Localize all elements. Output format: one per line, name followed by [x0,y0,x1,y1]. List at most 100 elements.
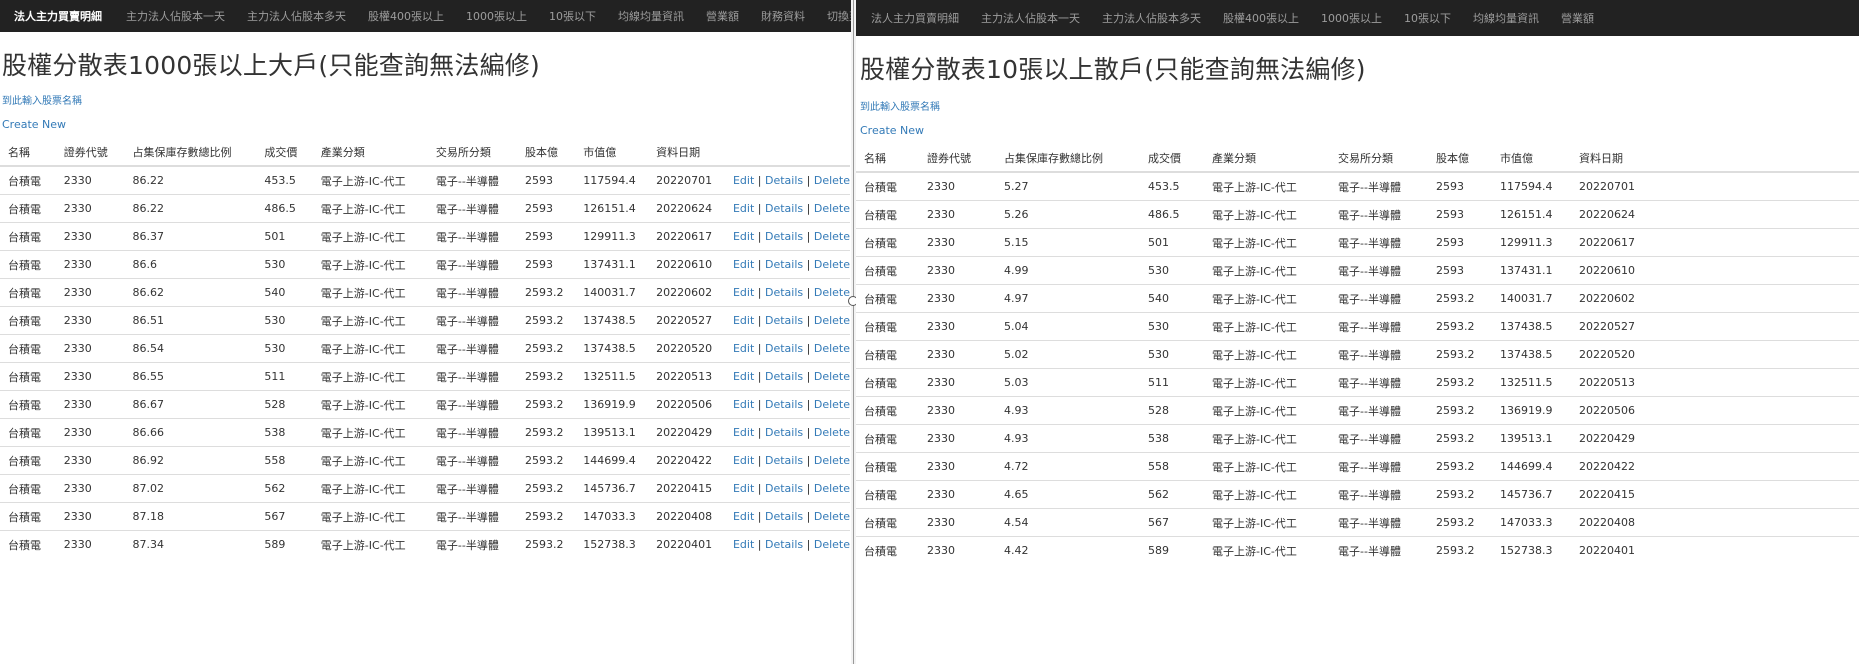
delete-link[interactable]: Delete [814,538,850,551]
stock-name-link[interactable]: 到此輸入股票名稱 [860,98,1859,113]
nav-item[interactable]: 10張以下 [538,8,607,24]
row-actions: Edit | Details | Delete [724,390,850,419]
nav-item[interactable]: 主力法人佔股本一天 [970,10,1091,26]
edit-link[interactable]: Edit [733,538,754,551]
edit-link[interactable]: Edit [733,370,754,383]
edit-link[interactable]: Edit [733,454,754,467]
table-cell: 台積電 [856,452,919,481]
nav-item[interactable]: 營業額 [695,8,750,24]
table-cell: 電子--半導體 [1330,171,1428,201]
table-cell: 20220527 [1571,312,1859,341]
separator: | [806,510,811,523]
table-cell: 電子上游-IC-代工 [1204,256,1330,285]
table-row: 台積電 2330 4.65 562 電子上游-IC-代工 電子--半導體 2593.2 145… [856,480,1859,509]
nav-item[interactable]: 10張以下 [1393,10,1462,26]
separator: | [806,174,811,187]
edit-link[interactable]: Edit [733,286,754,299]
column-header: 成交價 [256,139,313,167]
nav-item[interactable]: 主力法人佔股本一天 [115,8,236,24]
stock-name-link[interactable]: 到此輸入股票名稱 [2,92,851,107]
row-actions: Edit | Details | Delete [724,334,850,363]
details-link[interactable]: Details [765,370,803,383]
details-link[interactable]: Details [765,230,803,243]
delete-link[interactable]: Delete [814,258,850,271]
separator: | [757,482,762,495]
right-table: 名稱 證券代號 占集保庫存數總比例 成交價 產業分類 交易所分類 股本億 市值億 資料日期 台積… [856,145,1859,564]
details-link[interactable]: Details [765,202,803,215]
edit-link[interactable]: Edit [733,398,754,411]
nav-item[interactable]: 均線均量資訊 [1462,10,1550,26]
table-cell: 2330 [55,390,125,419]
table-row: 台積電 2330 86.22 486.5 電子上游-IC-代工 電子--半導體 2593 12… [0,194,850,223]
table-cell: 589 [1140,536,1204,564]
nav-item[interactable]: 股權400張以上 [1212,10,1310,26]
delete-link[interactable]: Delete [814,454,850,467]
table-cell: 電子--半導體 [427,334,517,363]
create-new-link[interactable]: Create New [860,124,1859,137]
table-cell: 4.97 [996,284,1140,313]
table-cell: 2593.2 [1428,312,1492,341]
details-link[interactable]: Details [765,510,803,523]
nav-item[interactable]: 營業額 [1550,10,1605,26]
edit-link[interactable]: Edit [733,342,754,355]
delete-link[interactable]: Delete [814,202,850,215]
edit-link[interactable]: Edit [733,482,754,495]
details-link[interactable]: Details [765,454,803,467]
split-divider-line [853,0,854,664]
table-cell: 511 [256,362,313,391]
delete-link[interactable]: Delete [814,314,850,327]
column-header: 證券代號 [919,145,996,173]
delete-link[interactable]: Delete [814,286,850,299]
delete-link[interactable]: Delete [814,510,850,523]
delete-link[interactable]: Delete [814,174,850,187]
edit-link[interactable]: Edit [733,230,754,243]
table-cell: 台積電 [856,312,919,341]
edit-link[interactable]: Edit [733,426,754,439]
nav-item[interactable]: 均線均量資訊 [607,8,695,24]
nav-item[interactable]: 1000張以上 [1310,10,1393,26]
column-header: 產業分類 [1204,145,1330,173]
details-link[interactable]: Details [765,258,803,271]
table-cell: 501 [1140,228,1204,257]
delete-link[interactable]: Delete [814,426,850,439]
table-cell: 2330 [919,228,996,257]
table-cell: 2330 [55,474,125,503]
edit-link[interactable]: Edit [733,202,754,215]
details-link[interactable]: Details [765,342,803,355]
edit-link[interactable]: Edit [733,258,754,271]
table-cell: 2330 [919,508,996,537]
delete-link[interactable]: Delete [814,398,850,411]
nav-item[interactable]: 1000張以上 [455,8,538,24]
details-link[interactable]: Details [765,398,803,411]
nav-brand[interactable]: 法人主力買賣明細 [0,8,115,24]
details-link[interactable]: Details [765,314,803,327]
table-cell: 電子上游-IC-代工 [1204,368,1330,397]
table-row: 台積電 2330 87.02 562 電子上游-IC-代工 電子--半導體 2593.2 14… [0,474,850,503]
table-cell: 530 [1140,340,1204,369]
table-cell: 20220617 [1571,228,1859,257]
nav-item[interactable]: 法人主力買賣明細 [860,10,970,26]
nav-item[interactable]: 主力法人佔股本多天 [236,8,357,24]
details-link[interactable]: Details [765,538,803,551]
details-link[interactable]: Details [765,286,803,299]
table-row: 台積電 2330 4.54 567 電子上游-IC-代工 電子--半導體 2593.2 147… [856,508,1859,537]
delete-link[interactable]: Delete [814,342,850,355]
nav-item[interactable]: 財務資料 [750,8,816,24]
nav-item[interactable]: 主力法人佔股本多天 [1091,10,1212,26]
table-cell: 147033.3 [575,502,649,531]
details-link[interactable]: Details [765,174,803,187]
edit-link[interactable]: Edit [733,314,754,327]
page-title: 股權分散表1000張以上大戶(只能查詢無法編修) [2,51,540,80]
edit-link[interactable]: Edit [733,174,754,187]
details-link[interactable]: Details [765,482,803,495]
table-cell: 140031.7 [575,278,649,307]
edit-link[interactable]: Edit [733,510,754,523]
table-cell: 20220429 [1571,424,1859,453]
delete-link[interactable]: Delete [814,482,850,495]
delete-link[interactable]: Delete [814,230,850,243]
details-link[interactable]: Details [765,426,803,439]
nav-item[interactable]: 股權400張以上 [357,8,455,24]
delete-link[interactable]: Delete [814,370,850,383]
nav-item[interactable]: 切換至 [816,8,851,24]
create-new-link[interactable]: Create New [2,118,851,131]
